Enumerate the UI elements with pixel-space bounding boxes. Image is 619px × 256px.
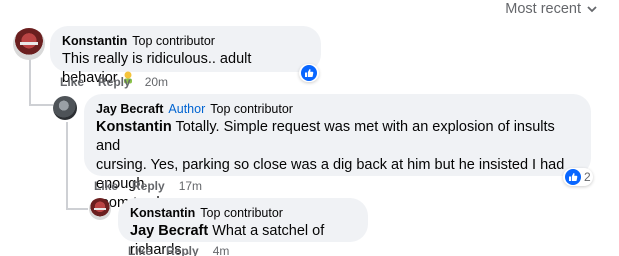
reply-button[interactable]: Reply [98,75,131,89]
thread-line [29,104,53,106]
comment-bubble: Konstantin Top contributor Jay Becraft W… [118,198,368,256]
sort-label: Most recent [505,1,581,17]
comment-actions: Like Reply 20m [60,75,168,89]
like-button[interactable]: Like [94,179,118,193]
thread-line [66,208,88,210]
mention-link[interactable]: Jay Becraft [130,223,208,239]
avatar[interactable] [53,96,77,120]
sort-dropdown[interactable]: Most recent [505,1,597,17]
comment-timestamp[interactable]: 4m [213,244,230,256]
comment-actions: Like Reply 17m [94,179,202,193]
comment-author[interactable]: Konstantin [62,33,127,49]
reaction-count: 2 [584,170,591,184]
mention-link[interactable]: Konstantin [96,119,172,135]
reply-button[interactable]: Reply [132,179,165,193]
author-badge: Author [168,102,206,116]
reaction-summary[interactable] [299,64,319,82]
comment-author[interactable]: Jay Becraft [96,101,163,117]
comment-bubble: Konstantin Top contributor This really i… [50,26,321,86]
like-button[interactable]: Like [128,244,152,256]
reaction-summary[interactable]: 2 [563,168,593,186]
reply-button[interactable]: Reply [166,244,199,256]
top-contributor-badge: Top contributor [132,34,215,48]
comment-timestamp[interactable]: 17m [179,179,202,193]
comment-actions: Like Reply 4m [128,244,229,256]
like-button[interactable]: Like [60,75,84,89]
chevron-down-icon [587,6,597,13]
top-contributor-badge: Top contributor [210,102,293,116]
like-icon [565,169,581,185]
thread-line [66,122,68,210]
like-icon [301,65,317,81]
comment-bubble: Jay Becraft Author Top contributor Konst… [84,94,591,211]
comment-author[interactable]: Konstantin [130,205,195,221]
avatar[interactable] [13,28,45,60]
comment-timestamp[interactable]: 20m [145,75,168,89]
top-contributor-badge: Top contributor [200,206,283,220]
avatar[interactable] [89,198,111,220]
